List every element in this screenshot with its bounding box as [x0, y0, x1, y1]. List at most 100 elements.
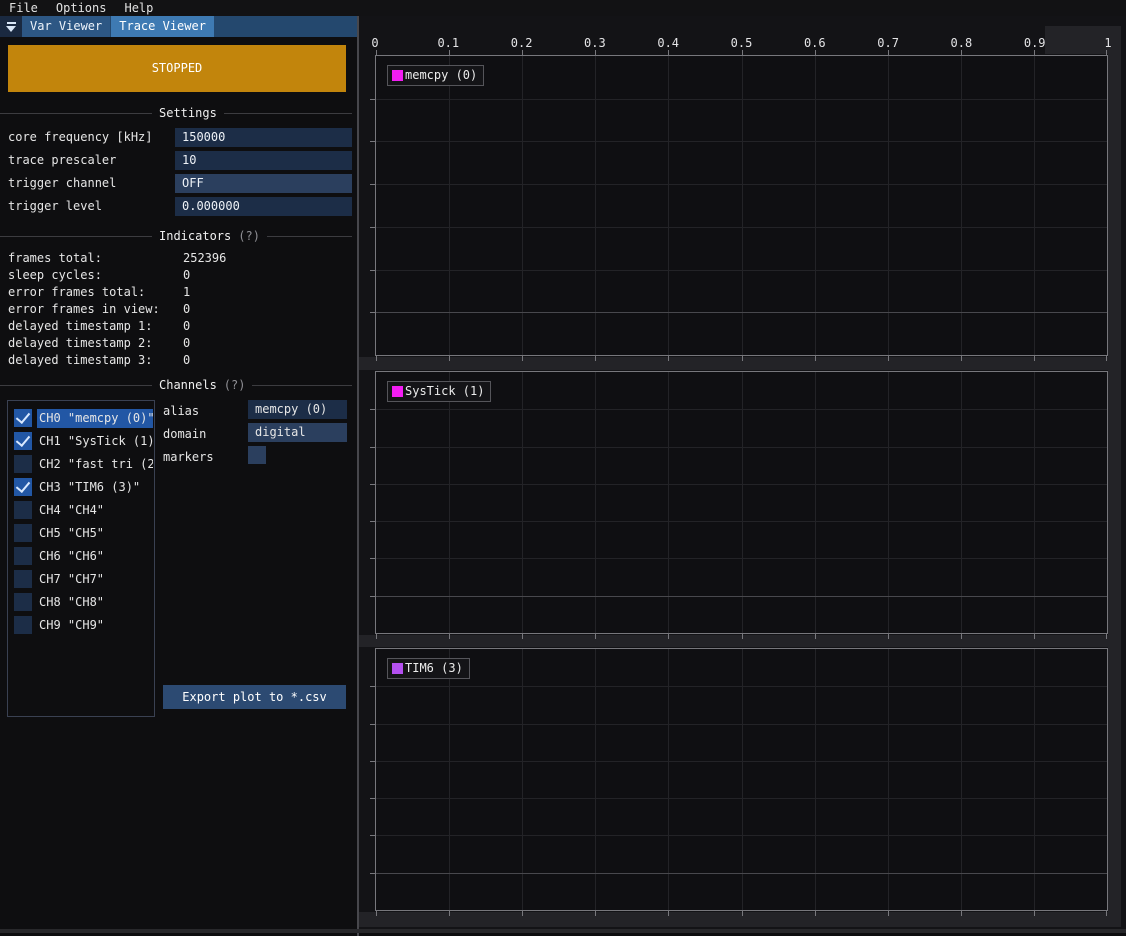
channel-row-ch0[interactable]: CH0 "memcpy (0)" — [8, 407, 154, 430]
gridline — [815, 649, 816, 910]
indicator-label: sleep cycles: — [8, 267, 102, 284]
channel-row-ch6[interactable]: CH6 "CH6" — [8, 545, 154, 568]
channel-row-ch2[interactable]: CH2 "fast tri (2)" — [8, 453, 154, 476]
indicator-value: 1 — [183, 284, 190, 301]
gridline — [376, 99, 1107, 100]
channel-checkbox-ch7[interactable] — [14, 570, 32, 588]
axis-tick — [742, 50, 743, 55]
legend[interactable]: memcpy (0) — [387, 65, 484, 86]
menu-item-file[interactable]: File — [9, 1, 38, 15]
axis-tick — [370, 724, 375, 725]
axis-tick — [961, 634, 962, 639]
combo-trigger-channel[interactable]: OFF — [175, 174, 352, 193]
axis-tick — [1034, 50, 1035, 55]
gridline — [449, 56, 450, 355]
axis-tick — [595, 50, 596, 55]
domain-combo[interactable]: digital — [248, 423, 347, 442]
channel-label-ch3[interactable]: CH3 "TIM6 (3)" — [37, 478, 153, 497]
gridline — [522, 372, 523, 633]
axis-tick — [370, 184, 375, 185]
channel-row-ch3[interactable]: CH3 "TIM6 (3)" — [8, 476, 154, 499]
collapse-arrow-icon[interactable] — [0, 16, 22, 37]
indicator-label: delayed timestamp 2: — [8, 335, 153, 352]
channel-label-ch5[interactable]: CH5 "CH5" — [37, 524, 153, 543]
axis-tick — [370, 484, 375, 485]
indicator-row-frames-total: frames total: 252396 — [0, 250, 352, 267]
indicator-value: 0 — [183, 352, 190, 369]
indicators-help-icon[interactable]: (?) — [238, 229, 260, 243]
axis-tick — [370, 761, 375, 762]
subplot-gap[interactable] — [359, 635, 1121, 647]
gridline — [449, 649, 450, 910]
channel-checkbox-ch9[interactable] — [14, 616, 32, 634]
channel-label-ch1[interactable]: CH1 "SysTick (1)" — [37, 432, 153, 451]
subplot-memcpy-0[interactable]: memcpy (0) — [375, 55, 1108, 356]
channel-checkbox-ch8[interactable] — [14, 593, 32, 611]
legend-marker-icon — [392, 70, 403, 81]
gridline — [376, 447, 1107, 448]
channel-label-ch4[interactable]: CH4 "CH4" — [37, 501, 153, 520]
channel-checkbox-ch4[interactable] — [14, 501, 32, 519]
gridline — [595, 649, 596, 910]
indicators-title-text: Indicators — [159, 229, 231, 243]
channel-checkbox-ch3[interactable] — [14, 478, 32, 496]
channel-label-ch0[interactable]: CH0 "memcpy (0)" — [37, 409, 153, 428]
axis-tick — [815, 356, 816, 361]
legend[interactable]: SysTick (1) — [387, 381, 491, 402]
legend[interactable]: TIM6 (3) — [387, 658, 470, 679]
channel-label-ch8[interactable]: CH8 "CH8" — [37, 593, 153, 612]
axis-tick — [595, 634, 596, 639]
channel-checkbox-ch5[interactable] — [14, 524, 32, 542]
indicator-label: delayed timestamp 1: — [8, 318, 153, 335]
gridline — [1034, 56, 1035, 355]
gridline — [376, 686, 1107, 687]
axis-tick — [376, 634, 377, 639]
menu-item-help[interactable]: Help — [124, 1, 153, 15]
channel-label-ch7[interactable]: CH7 "CH7" — [37, 570, 153, 589]
gridline — [961, 372, 962, 633]
gridline — [1034, 372, 1035, 633]
input-trace-prescaler[interactable]: 10 — [175, 151, 352, 170]
channel-row-ch5[interactable]: CH5 "CH5" — [8, 522, 154, 545]
gridline — [376, 409, 1107, 410]
axis-tick — [668, 356, 669, 361]
channel-label-ch6[interactable]: CH6 "CH6" — [37, 547, 153, 566]
channel-row-ch7[interactable]: CH7 "CH7" — [8, 568, 154, 591]
subplot-gap — [359, 912, 1121, 927]
x-tick-label: 0.2 — [500, 36, 544, 50]
tab-trace-viewer[interactable]: Trace Viewer — [111, 16, 214, 37]
input-core-frequency-khz[interactable]: 150000 — [175, 128, 352, 147]
x-tick-label: 0.8 — [939, 36, 983, 50]
channel-row-ch9[interactable]: CH9 "CH9" — [8, 614, 154, 637]
tab-var-viewer[interactable]: Var Viewer — [22, 16, 110, 37]
axis-tick — [888, 911, 889, 916]
legend-label: SysTick (1) — [405, 385, 484, 398]
channel-checkbox-ch0[interactable] — [14, 409, 32, 427]
indicator-value: 252396 — [183, 250, 226, 267]
channel-label-ch9[interactable]: CH9 "CH9" — [37, 616, 153, 635]
control-panel: STOPPED Settings core frequency [kHz]150… — [0, 37, 357, 929]
channels-help-icon[interactable]: (?) — [224, 378, 246, 392]
acquisition-state-button[interactable]: STOPPED — [8, 45, 346, 92]
channel-checkbox-ch2[interactable] — [14, 455, 32, 473]
channel-checkbox-ch6[interactable] — [14, 547, 32, 565]
channel-checkbox-ch1[interactable] — [14, 432, 32, 450]
menu-item-options[interactable]: Options — [56, 1, 107, 15]
subplot-tim6-3[interactable]: TIM6 (3) — [375, 648, 1108, 911]
channel-row-ch4[interactable]: CH4 "CH4" — [8, 499, 154, 522]
export-csv-button[interactable]: Export plot to *.csv — [163, 685, 346, 709]
channel-list[interactable]: CH0 "memcpy (0)" CH1 "SysTick (1)" CH2 "fa… — [7, 400, 155, 717]
markers-checkbox[interactable] — [248, 446, 266, 464]
axis-tick — [370, 835, 375, 836]
channel-row-ch8[interactable]: CH8 "CH8" — [8, 591, 154, 614]
channel-label-ch2[interactable]: CH2 "fast tri (2)" — [37, 455, 153, 474]
indicator-label: frames total: — [8, 250, 102, 267]
settings-title-text: Settings — [159, 106, 217, 120]
gridline — [376, 873, 1107, 874]
subplot-gap[interactable] — [359, 357, 1121, 370]
channel-row-ch1[interactable]: CH1 "SysTick (1)" — [8, 430, 154, 453]
alias-input[interactable]: memcpy (0) — [248, 400, 347, 419]
subplot-systick-1[interactable]: SysTick (1) — [375, 371, 1108, 634]
gridline — [595, 372, 596, 633]
input-trigger-level[interactable]: 0.000000 — [175, 197, 352, 216]
